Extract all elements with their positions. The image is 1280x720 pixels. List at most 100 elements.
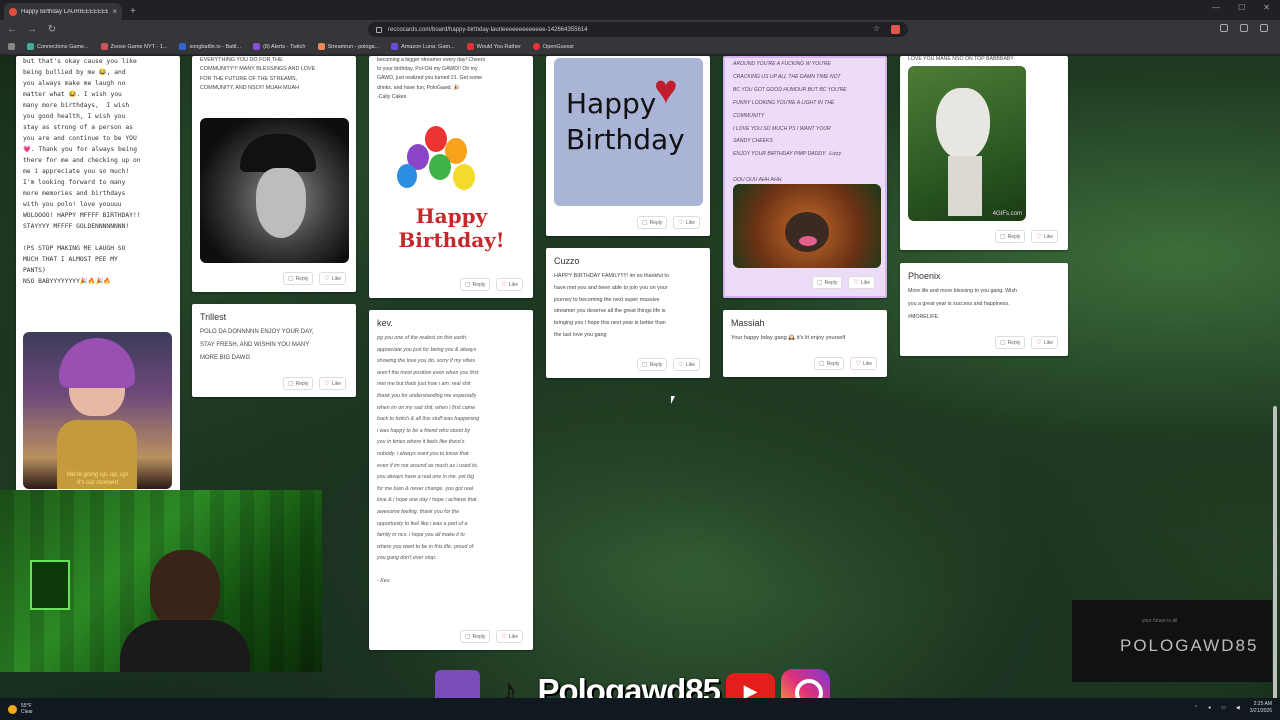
- back-icon[interactable]: ←: [4, 24, 20, 35]
- card-message: but that's okay cause you like being bul…: [23, 58, 141, 285]
- like-button[interactable]: ♡ Like: [496, 630, 523, 643]
- reply-button[interactable]: ▢ Reply: [459, 630, 491, 643]
- message-card: becoming a bigger streamer every day! Ch…: [369, 56, 533, 298]
- card-message: POLO DA DONNNNN ENJOY YOUR DAY, STAY FRE…: [200, 329, 314, 361]
- wolf-image: [200, 118, 349, 263]
- reply-button[interactable]: ▢ Reply: [994, 336, 1026, 349]
- menu-icon[interactable]: [1260, 24, 1268, 32]
- microphone-icon[interactable]: ●: [1208, 705, 1211, 711]
- extensions-icon[interactable]: [1220, 24, 1228, 32]
- message-card: Massiah Your happy bday gang 🕰️ it's lit…: [723, 310, 887, 377]
- clock-time: 2:25 AM: [1253, 701, 1272, 707]
- reply-button[interactable]: ▢ Reply: [459, 278, 491, 291]
- like-button[interactable]: ♡ Like: [496, 278, 523, 291]
- weather-icon: [8, 704, 17, 714]
- bookmarks-bar: Connections Game... Zoose Game NYT - 1..…: [0, 39, 1280, 55]
- card-message: HAPPY BIRTHDAY FAMILY!!!!! im so thankfu…: [554, 273, 669, 338]
- birthday-balloons-image: Happy Birthday!: [377, 120, 526, 270]
- weather-widget[interactable]: 55°F Clear: [8, 703, 33, 715]
- site-info-icon[interactable]: [376, 26, 382, 33]
- like-button[interactable]: ♡ Like: [850, 357, 877, 370]
- browser-tab[interactable]: Happy Birthday LAURIEEEEEEEE ×: [4, 3, 122, 20]
- reply-button[interactable]: ▢ Reply: [282, 377, 314, 390]
- weather-condition: Clear: [21, 709, 33, 715]
- minimize-icon[interactable]: —: [1212, 3, 1220, 12]
- like-button[interactable]: ♡ Like: [1031, 336, 1058, 349]
- message-card: AROUND YOU'RE A FUCKING W YOU'RE CRACKIN…: [723, 56, 887, 298]
- brand-name: POLOGAWD85: [1120, 636, 1259, 655]
- scrollbar-thumb[interactable]: [1273, 406, 1277, 698]
- webcam-feed: [0, 490, 322, 672]
- tray-chevron-icon[interactable]: ⌃: [1194, 705, 1198, 711]
- close-window-icon[interactable]: ✕: [1263, 3, 1270, 12]
- window-controls: — ☐ ✕: [1212, 3, 1270, 12]
- clock-date: 3/21/2026: [1249, 708, 1272, 714]
- new-tab-icon[interactable]: +: [130, 6, 136, 17]
- bookmark-item[interactable]: OpenGuessr: [532, 43, 574, 50]
- reply-button[interactable]: ▢ Reply: [636, 358, 668, 371]
- like-button[interactable]: ♡ Like: [673, 216, 700, 229]
- heart-icon: ♥: [654, 68, 678, 112]
- reload-icon[interactable]: ↻: [44, 24, 60, 35]
- bookmark-item[interactable]: Zoose Game NYT - 1...: [100, 43, 167, 50]
- card-gif: We're going up, up, up! It's our moment: [23, 332, 172, 489]
- tab-title: Happy Birthday LAURIEEEEEEEE: [21, 8, 109, 15]
- message-card: Cuzzo HAPPY BIRTHDAY FAMILY!!!!! im so t…: [546, 248, 710, 378]
- reply-button[interactable]: ▢ Reply: [994, 230, 1026, 243]
- card-author: Phoenix: [908, 271, 941, 281]
- tab-strip: Happy Birthday LAURIEEEEEEEE × + — ☐ ✕: [0, 0, 1280, 20]
- goat-image: 4GIFs.com: [908, 66, 1026, 221]
- reply-button[interactable]: ▢ Reply: [282, 272, 314, 285]
- bookmark-star-icon[interactable]: ☆: [873, 24, 880, 33]
- close-tab-icon[interactable]: ×: [112, 7, 117, 16]
- card-message: AROUND YOU'RE A FUCKING W YOU'RE CRACKIN…: [733, 61, 847, 184]
- orangutan-image: [733, 184, 881, 268]
- card-message: becoming a bigger streamer every day! Ch…: [377, 57, 486, 100]
- happy-birthday-image: Happy Birthday ♥: [554, 58, 703, 206]
- like-button[interactable]: ♡ Like: [673, 358, 700, 371]
- address-bar[interactable]: reccocards.com/board/happy-birthday-laur…: [368, 22, 908, 37]
- card-author: Massiah: [731, 318, 765, 328]
- page-scrollbar[interactable]: [1273, 116, 1278, 698]
- apps-icon[interactable]: [8, 43, 15, 50]
- image-text: Happy Birthday!: [398, 204, 505, 252]
- like-button[interactable]: ♡ Like: [319, 272, 346, 285]
- bookmark-item[interactable]: Connections Game...: [27, 43, 89, 50]
- card-message: Your happy bday gang 🕰️ it's lit enjoy y…: [731, 335, 846, 341]
- card-message: More life and more blessing to you gang.…: [908, 288, 1017, 320]
- network-icon[interactable]: ▭: [1221, 705, 1226, 711]
- brand-subtitle: your future is all: [1142, 618, 1178, 624]
- reply-button[interactable]: ▢ Reply: [811, 276, 843, 289]
- message-card: Trillest POLO DA DONNNNN ENJOY YOUR DAY,…: [192, 304, 356, 397]
- forward-icon[interactable]: →: [24, 24, 40, 35]
- bookmark-item[interactable]: Streamrun - pologa...: [317, 43, 379, 50]
- card-message: EVERYTHING YOU DO FOR THE COMMUNITY!!! M…: [200, 57, 316, 92]
- like-button[interactable]: ♡ Like: [319, 377, 346, 390]
- stream-brand-panel: your future is all POLOGAWD85: [1072, 600, 1272, 682]
- message-card: EVERYTHING YOU DO FOR THE COMMUNITY!!! M…: [192, 56, 356, 292]
- bookmark-item[interactable]: Amazon Luna: Gam...: [391, 43, 455, 50]
- bookmark-item[interactable]: songbattle.io - Battl...: [179, 43, 241, 50]
- like-button[interactable]: ♡ Like: [1031, 230, 1058, 243]
- url-text: reccocards.com/board/happy-birthday-laur…: [388, 26, 588, 33]
- maximize-icon[interactable]: ☐: [1238, 3, 1245, 12]
- toolbar-right-icons: [1220, 24, 1268, 32]
- card-author: Cuzzo: [554, 256, 580, 266]
- favicon-icon: [9, 7, 17, 16]
- card-author: Trillest: [200, 312, 227, 322]
- card-author: kev.: [377, 318, 393, 328]
- message-card: kev. pg you one of the realest on this e…: [369, 310, 533, 650]
- brave-shield-icon[interactable]: [891, 25, 900, 34]
- like-button[interactable]: ♡ Like: [848, 276, 875, 289]
- bookmark-item[interactable]: Would You Rather: [466, 43, 521, 50]
- reply-button[interactable]: ▢ Reply: [813, 357, 845, 370]
- bookmark-item[interactable]: (8) Alerts - Twitch: [253, 43, 306, 50]
- reply-button[interactable]: ▢ Reply: [636, 216, 668, 229]
- clock[interactable]: 2:25 AM 3/21/2026: [1250, 701, 1272, 715]
- system-tray: ⌃ ● ▭ ◀ 2:25 AM 3/21/2026: [1194, 701, 1272, 715]
- message-card: Phoenix More life and more blessing to y…: [900, 263, 1068, 356]
- volume-icon[interactable]: ◀: [1236, 705, 1240, 711]
- message-card: but that's okay cause you like being bul…: [16, 56, 180, 492]
- sidebar-icon[interactable]: [1240, 24, 1248, 32]
- card-message: pg you one of the realest on this earth.…: [377, 335, 480, 585]
